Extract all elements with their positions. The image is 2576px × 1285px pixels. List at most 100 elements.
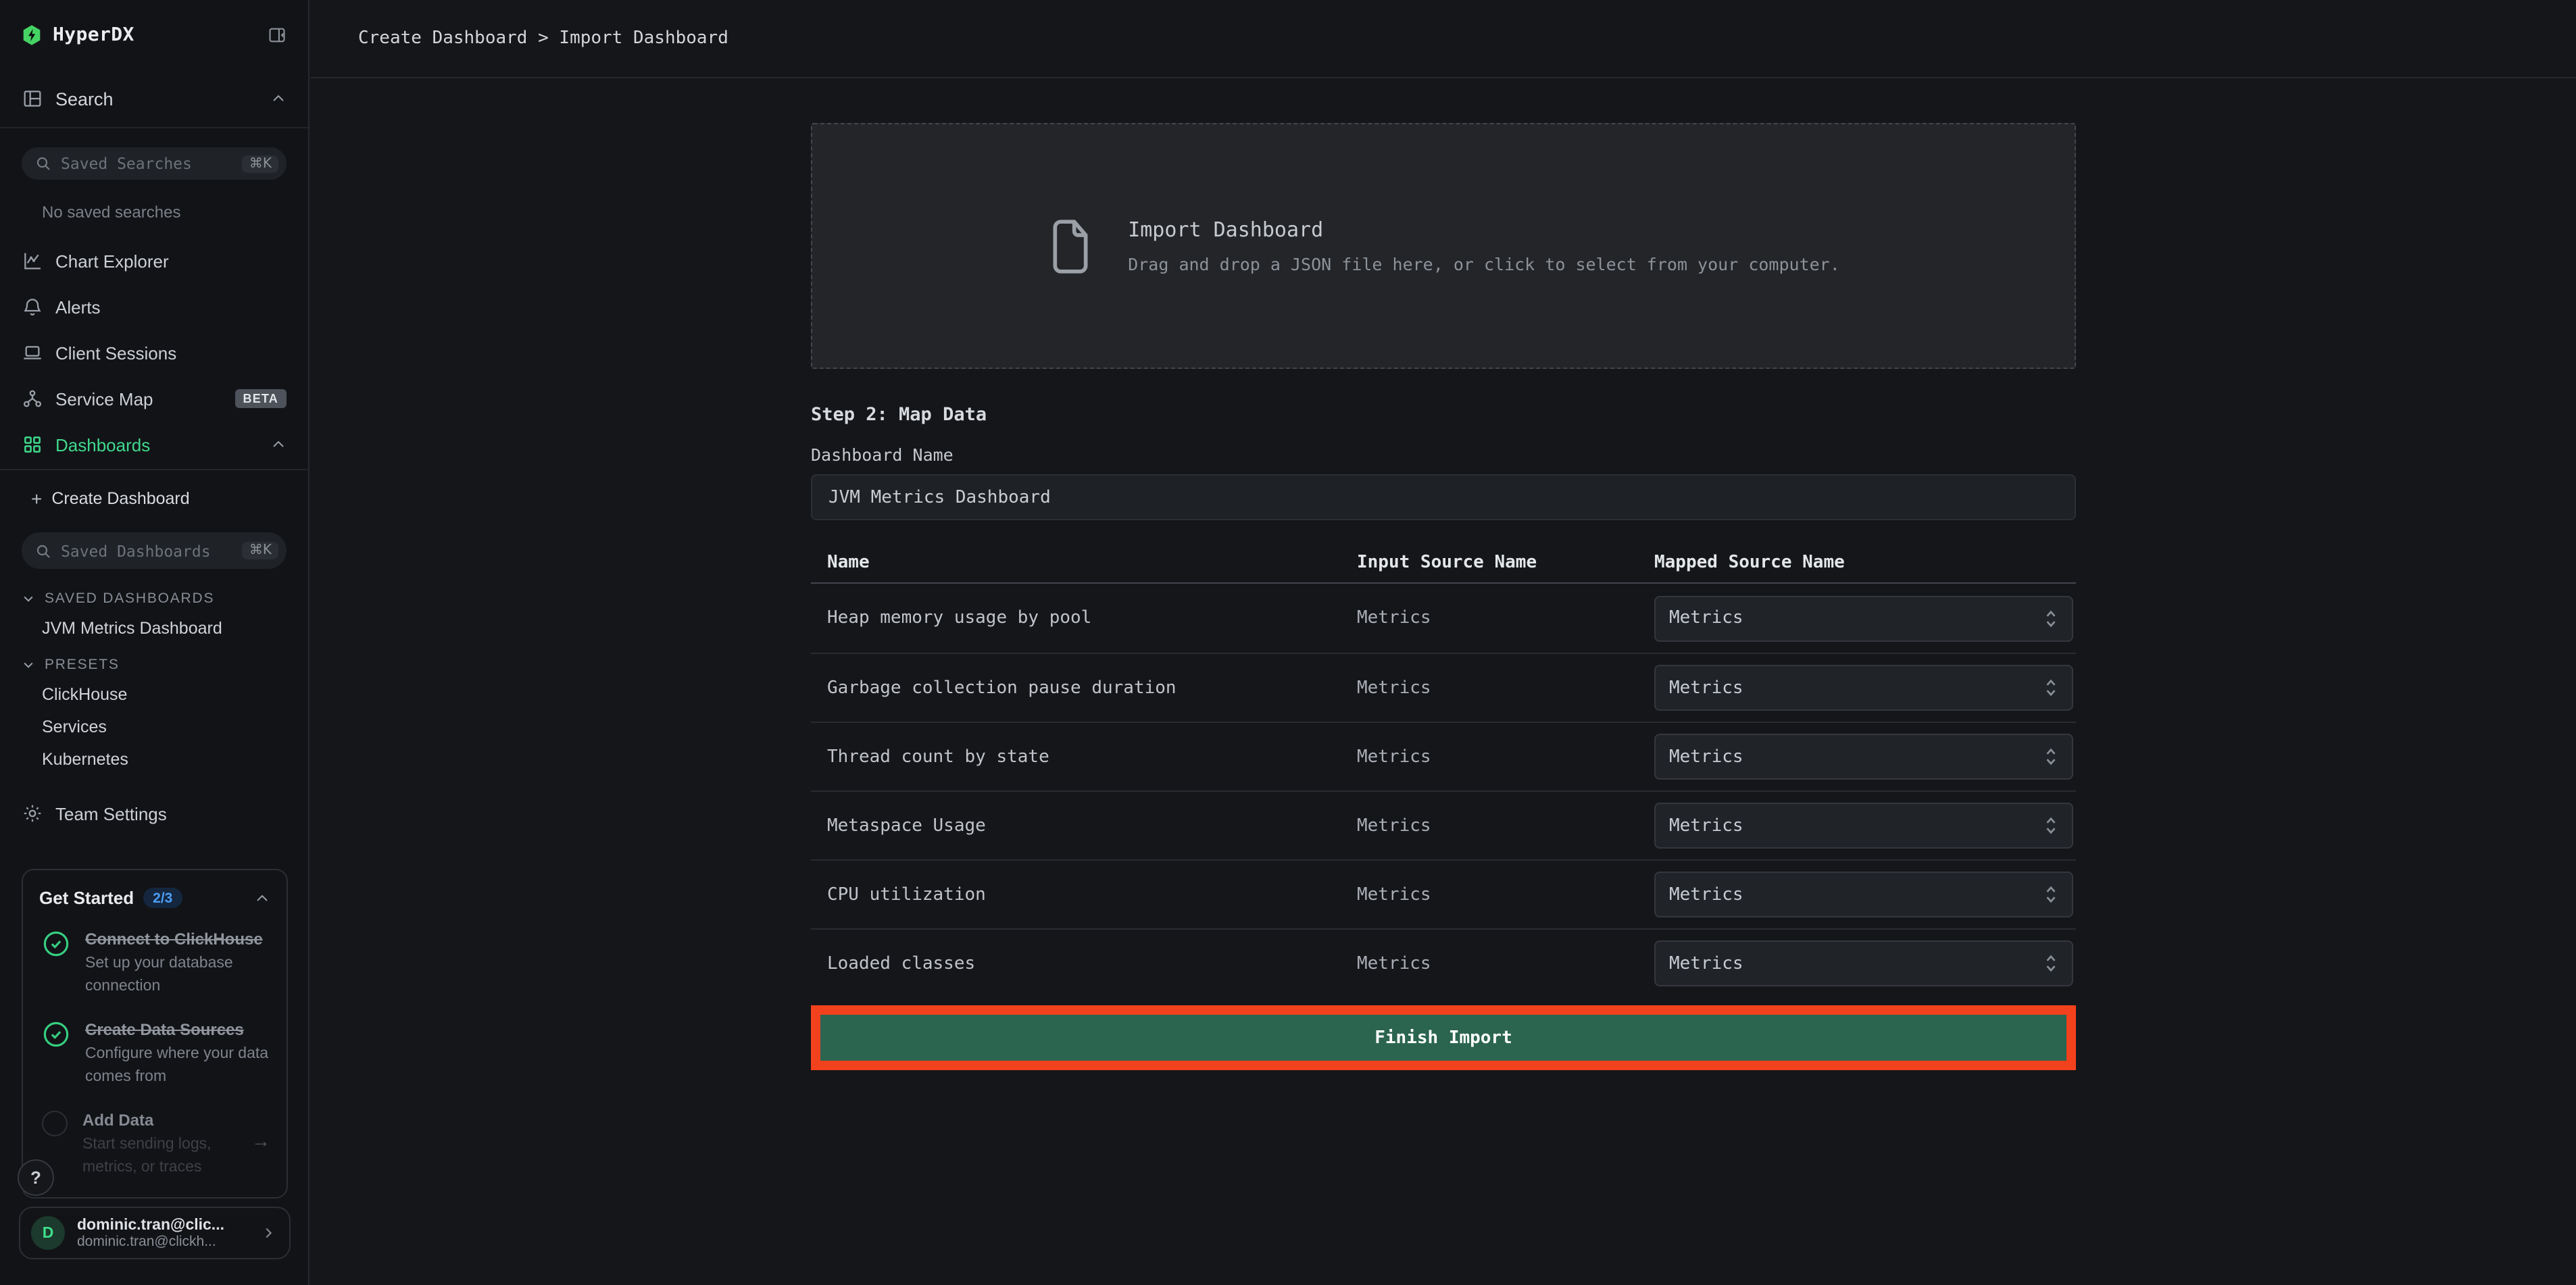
sidebar-item-alerts[interactable]: Alerts [0, 288, 308, 326]
preset-item-services[interactable]: Services [42, 715, 287, 739]
team-settings-label: Team Settings [55, 803, 287, 824]
mapped-source-select[interactable]: Metrics [1654, 595, 2073, 641]
finish-import-button[interactable]: Finish Import [820, 1015, 2066, 1061]
get-started-item-subtitle: Start sending logs, metrics, or traces [82, 1134, 237, 1180]
chevron-down-icon [22, 591, 35, 605]
select-carets-icon [2044, 745, 2058, 769]
row-name: Loaded classes [811, 953, 1357, 974]
sidebar-item-chart-explorer[interactable]: Chart Explorer [0, 242, 308, 280]
mapped-source-select[interactable]: Metrics [1654, 665, 2073, 711]
mapped-source-select[interactable]: Metrics [1654, 803, 2073, 849]
step-title: Step 2: Map Data [811, 404, 2076, 426]
mapping-table-header: Name Input Source Name Mapped Source Nam… [811, 543, 2076, 584]
app-window: HyperDX Search Saved Searches ⌘K No save… [0, 0, 2576, 1285]
table-row: Loaded classes Metrics Metrics [811, 928, 2076, 997]
laptop-icon [22, 342, 43, 363]
dropzone-title: Import Dashboard [1128, 218, 1840, 242]
unchecked-circle-icon [42, 1111, 68, 1136]
mapping-table: Name Input Source Name Mapped Source Nam… [811, 543, 2076, 997]
select-value: Metrics [1669, 747, 2044, 767]
json-dropzone[interactable]: Import Dashboard Drag and drop a JSON fi… [811, 123, 2076, 369]
mapped-source-select[interactable]: Metrics [1654, 940, 2073, 986]
collapse-sidebar-icon[interactable] [268, 26, 287, 45]
get-started-item-title: Connect to ClickHouse [85, 927, 270, 951]
mapped-source-select[interactable]: Metrics [1654, 872, 2073, 917]
no-saved-searches-note: No saved searches [42, 203, 308, 222]
arrow-right-icon: → [251, 1130, 270, 1180]
avatar: D [31, 1216, 65, 1250]
dashboard-name-input[interactable] [811, 474, 2076, 520]
sidebar-item-dashboards[interactable]: Dashboards [0, 426, 308, 463]
get-started-item-title: Add Data [82, 1108, 237, 1132]
preset-item-clickhouse[interactable]: ClickHouse [42, 682, 287, 707]
select-carets-icon [2044, 813, 2058, 838]
get-started-item-subtitle: Set up your database connection [85, 953, 270, 999]
table-layout-icon [22, 88, 43, 109]
chart-explorer-icon [22, 250, 43, 272]
table-row: Metaspace Usage Metrics Metrics [811, 790, 2076, 859]
column-header-mapped-source: Mapped Source Name [1643, 553, 2076, 573]
service-map-icon [22, 388, 43, 409]
sidebar-item-service-map[interactable]: Service Map BETA [0, 380, 308, 418]
dropzone-text: Import Dashboard Drag and drop a JSON fi… [1128, 218, 1840, 274]
get-started-item-sources[interactable]: Create Data Sources Configure where your… [23, 999, 287, 1089]
get-started-item-subtitle: Configure where your data comes from [85, 1043, 270, 1089]
sidebar-item-label: Service Map [55, 388, 223, 409]
group-saved-dashboards[interactable]: SAVED DASHBOARDS [45, 586, 287, 609]
table-row: Heap memory usage by pool Metrics Metric… [811, 584, 2076, 653]
get-started-item-connect[interactable]: Connect to ClickHouse Set up your databa… [23, 908, 287, 999]
user-menu[interactable]: D dominic.tran@clic... dominic.tran@clic… [19, 1207, 291, 1259]
sidebar-item-client-sessions[interactable]: Client Sessions [0, 334, 308, 372]
saved-dashboard-item[interactable]: JVM Metrics Dashboard [42, 616, 287, 640]
saved-dashboards-input[interactable]: Saved Dashboards ⌘K [22, 532, 287, 569]
create-dashboard-button[interactable]: + Create Dashboard [0, 480, 308, 516]
chevron-right-icon [261, 1226, 276, 1240]
help-button[interactable]: ? [18, 1159, 54, 1196]
select-value: Metrics [1669, 884, 2044, 905]
sidebar-section-search[interactable]: Search [0, 70, 308, 128]
saved-searches-input[interactable]: Saved Searches ⌘K [22, 147, 287, 180]
select-carets-icon [2044, 882, 2058, 907]
select-carets-icon [2044, 951, 2058, 976]
check-circle-icon [42, 1020, 70, 1049]
sidebar-item-label: Chart Explorer [55, 251, 287, 271]
get-started-title: Get Started [39, 888, 134, 908]
row-name: Metaspace Usage [811, 815, 1357, 836]
group-label: PRESETS [45, 656, 120, 672]
chevron-up-icon [270, 436, 287, 453]
search-icon [35, 155, 51, 172]
group-label: SAVED DASHBOARDS [45, 590, 214, 606]
create-dashboard-label: Create Dashboard [51, 488, 189, 507]
row-input-source: Metrics [1357, 884, 1643, 905]
get-started-item-add-data[interactable]: Add Data Start sending logs, metrics, or… [23, 1089, 287, 1180]
plus-icon: + [31, 488, 42, 507]
dashboard-name-label: Dashboard Name [811, 445, 2076, 465]
row-input-source: Metrics [1357, 747, 1643, 767]
section-search-label: Search [55, 89, 258, 109]
sidebar-item-label: Client Sessions [55, 343, 287, 363]
row-name: Thread count by state [811, 747, 1357, 767]
main-area: Create Dashboard > Import Dashboard Impo… [311, 0, 2576, 1285]
group-presets[interactable]: PRESETS [45, 653, 287, 676]
dropzone-description: Drag and drop a JSON file here, or click… [1128, 254, 1840, 274]
shortcut-badge: ⌘K [243, 155, 278, 172]
table-row: Thread count by state Metrics Metrics [811, 722, 2076, 790]
row-name: Garbage collection pause duration [811, 678, 1357, 698]
logo-row: HyperDX [0, 0, 308, 70]
row-input-source: Metrics [1357, 815, 1643, 836]
get-started-panel: Get Started 2/3 Connect to ClickHouse Se… [22, 869, 288, 1199]
preset-item-kubernetes[interactable]: Kubernetes [42, 747, 287, 772]
select-carets-icon [2044, 606, 2058, 630]
chevron-up-icon [270, 91, 287, 107]
sidebar-item-team-settings[interactable]: Team Settings [0, 795, 308, 832]
saved-searches-placeholder: Saved Searches [61, 154, 233, 173]
column-header-input-source: Input Source Name [1357, 553, 1643, 573]
select-value: Metrics [1669, 953, 2044, 974]
breadcrumb: Create Dashboard > Import Dashboard [358, 28, 728, 49]
click-highlight-annotation: Finish Import [811, 1005, 2076, 1070]
import-dashboard-content: Import Dashboard Drag and drop a JSON fi… [811, 123, 2076, 1070]
row-input-source: Metrics [1357, 608, 1643, 628]
get-started-item-title: Create Data Sources [85, 1017, 270, 1042]
mapped-source-select[interactable]: Metrics [1654, 734, 2073, 780]
get-started-header[interactable]: Get Started 2/3 [23, 870, 287, 908]
